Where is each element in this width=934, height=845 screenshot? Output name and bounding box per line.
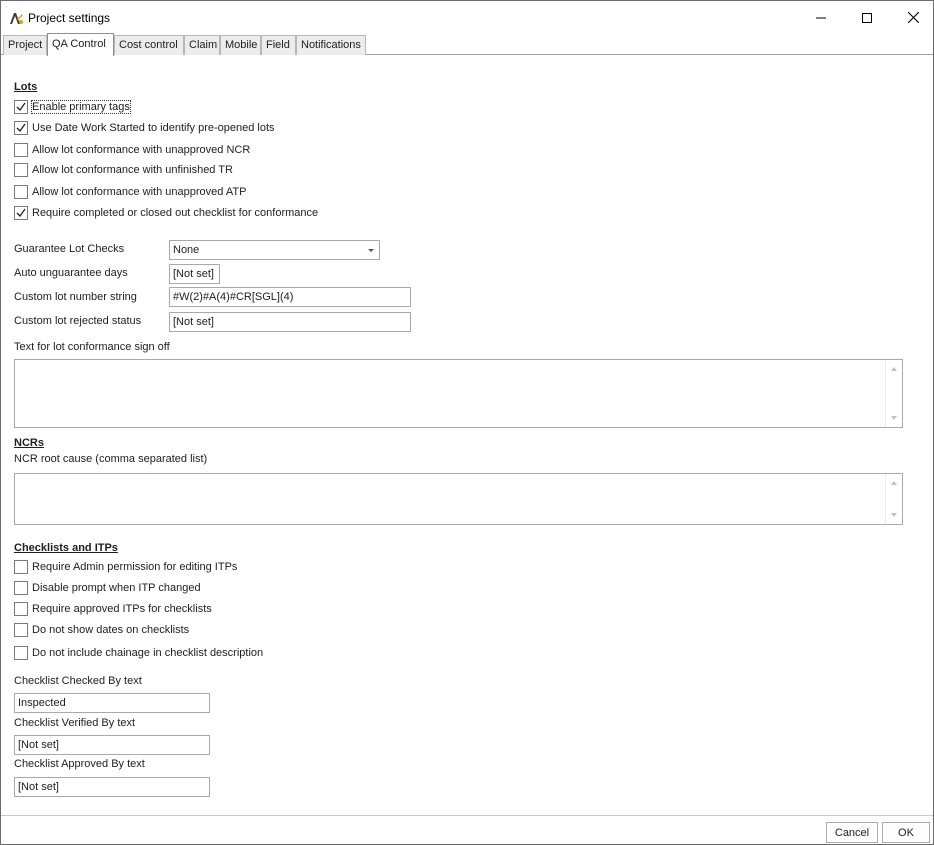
auto-unguarantee-days-input[interactable]: [Not set]	[169, 264, 220, 284]
checkbox-label: Allow lot conformance with unapproved AT…	[32, 186, 247, 198]
custom-lot-rejected-input[interactable]: [Not set]	[169, 312, 411, 332]
verified-by-input[interactable]: [Not set]	[14, 735, 210, 755]
checkbox-row[interactable]: Allow lot conformance with unapproved NC…	[14, 142, 250, 158]
checkbox-label: Do not show dates on checklists	[32, 624, 190, 636]
checkbox-label: Require approved ITPs for checklists	[32, 603, 212, 615]
checkbox-unchecked[interactable]	[14, 185, 28, 199]
title-bar: Project settings	[1, 1, 933, 34]
checkbox-label: Allow lot conformance with unapproved NC…	[32, 144, 251, 156]
checkbox-row[interactable]: Allow lot conformance with unfinished TR	[14, 162, 233, 178]
tab-field[interactable]: Field	[261, 35, 296, 55]
cancel-button[interactable]: Cancel	[826, 822, 878, 843]
ncr-root-cause-scrollbar[interactable]	[885, 474, 902, 524]
tab-notifications[interactable]: Notifications	[296, 35, 366, 55]
lot-signoff-label: Text for lot conformance sign off	[14, 341, 170, 353]
tab-qa-control[interactable]: QA Control	[47, 33, 114, 56]
approved-by-input[interactable]: [Not set]	[14, 777, 210, 797]
close-button[interactable]	[890, 1, 934, 34]
checkbox-unchecked[interactable]	[14, 646, 28, 660]
scroll-down-icon[interactable]	[891, 416, 897, 420]
checkbox-label: Allow lot conformance with unfinished TR	[32, 164, 233, 176]
close-icon	[907, 12, 919, 23]
tab-project[interactable]: Project	[3, 35, 47, 55]
checkbox-label: Disable prompt when ITP changed	[32, 582, 201, 594]
checkbox-row[interactable]: Use Date Work Started to identify pre-op…	[14, 120, 275, 136]
lots-section-title: Lots	[14, 81, 38, 93]
auto-unguarantee-days-label: Auto unguarantee days	[14, 267, 128, 279]
checkbox-row[interactable]: Require approved ITPs for checklists	[14, 601, 212, 617]
checkbox-unchecked[interactable]	[14, 602, 28, 616]
project-settings-window: Project settings Project QA Control Cost…	[0, 0, 934, 845]
guarantee-lot-checks-select[interactable]: None	[169, 240, 380, 260]
tab-claim[interactable]: Claim	[184, 35, 220, 55]
checkbox-unchecked[interactable]	[14, 143, 28, 157]
checkbox-checked[interactable]	[14, 100, 28, 114]
footer-divider	[1, 815, 933, 816]
scroll-up-icon[interactable]	[891, 367, 897, 371]
approved-by-label: Checklist Approved By text	[14, 758, 145, 770]
checkbox-label: Do not include chainage in checklist des…	[32, 647, 264, 659]
scroll-up-icon[interactable]	[891, 481, 897, 485]
checklists-section-title: Checklists and ITPs	[14, 542, 118, 554]
checkbox-row[interactable]: Require Admin permission for editing ITP…	[14, 559, 237, 575]
checkbox-row[interactable]: Do not show dates on checklists	[14, 622, 189, 638]
tab-strip: Project QA Control Cost control Claim Mo…	[1, 33, 933, 56]
tab-cost-control[interactable]: Cost control	[114, 35, 184, 55]
checkbox-row[interactable]: Do not include chainage in checklist des…	[14, 645, 263, 661]
lot-signoff-scrollbar[interactable]	[885, 360, 902, 427]
custom-lot-number-label: Custom lot number string	[14, 291, 137, 303]
checkbox-unchecked[interactable]	[14, 581, 28, 595]
checkbox-row[interactable]: Enable primary tags	[14, 99, 131, 115]
checkbox-unchecked[interactable]	[14, 560, 28, 574]
tab-mobile[interactable]: Mobile	[220, 35, 261, 55]
minimize-icon	[816, 13, 826, 23]
lot-signoff-textarea[interactable]	[14, 359, 903, 428]
ncrs-section-title: NCRs	[14, 437, 44, 449]
guarantee-lot-checks-value: None	[173, 244, 200, 256]
chevron-down-icon[interactable]	[368, 249, 374, 252]
verified-by-label: Checklist Verified By text	[14, 717, 136, 729]
scroll-down-icon[interactable]	[891, 513, 897, 517]
maximize-icon	[862, 12, 872, 23]
checkbox-label: Require completed or closed out checklis…	[32, 207, 319, 219]
checkbox-label: Enable primary tags	[31, 100, 131, 114]
custom-lot-rejected-label: Custom lot rejected status	[14, 315, 142, 327]
window-title: Project settings	[28, 11, 111, 25]
maximize-button[interactable]	[844, 1, 890, 34]
ncr-root-cause-textarea[interactable]	[14, 473, 903, 525]
checkbox-row[interactable]: Allow lot conformance with unapproved AT…	[14, 184, 246, 200]
ncr-root-cause-label: NCR root cause (comma separated list)	[14, 453, 208, 465]
checkbox-row[interactable]: Disable prompt when ITP changed	[14, 580, 201, 596]
ok-button[interactable]: OK	[882, 822, 930, 843]
checkbox-checked[interactable]	[14, 121, 28, 135]
checkbox-label: Use Date Work Started to identify pre-op…	[32, 122, 275, 134]
custom-lot-number-input[interactable]: #W(2)#A(4)#CR[SGL](4)	[169, 287, 411, 307]
checked-by-label: Checklist Checked By text	[14, 675, 142, 687]
checkbox-label: Require Admin permission for editing ITP…	[32, 561, 238, 573]
app-logo-icon	[8, 10, 24, 26]
checkbox-unchecked[interactable]	[14, 163, 28, 177]
checkbox-checked[interactable]	[14, 206, 28, 220]
checkbox-unchecked[interactable]	[14, 623, 28, 637]
guarantee-lot-checks-label: Guarantee Lot Checks	[14, 243, 125, 255]
checked-by-input[interactable]: Inspected	[14, 693, 210, 713]
checkbox-row[interactable]: Require completed or closed out checklis…	[14, 205, 318, 221]
minimize-button[interactable]	[798, 1, 844, 34]
